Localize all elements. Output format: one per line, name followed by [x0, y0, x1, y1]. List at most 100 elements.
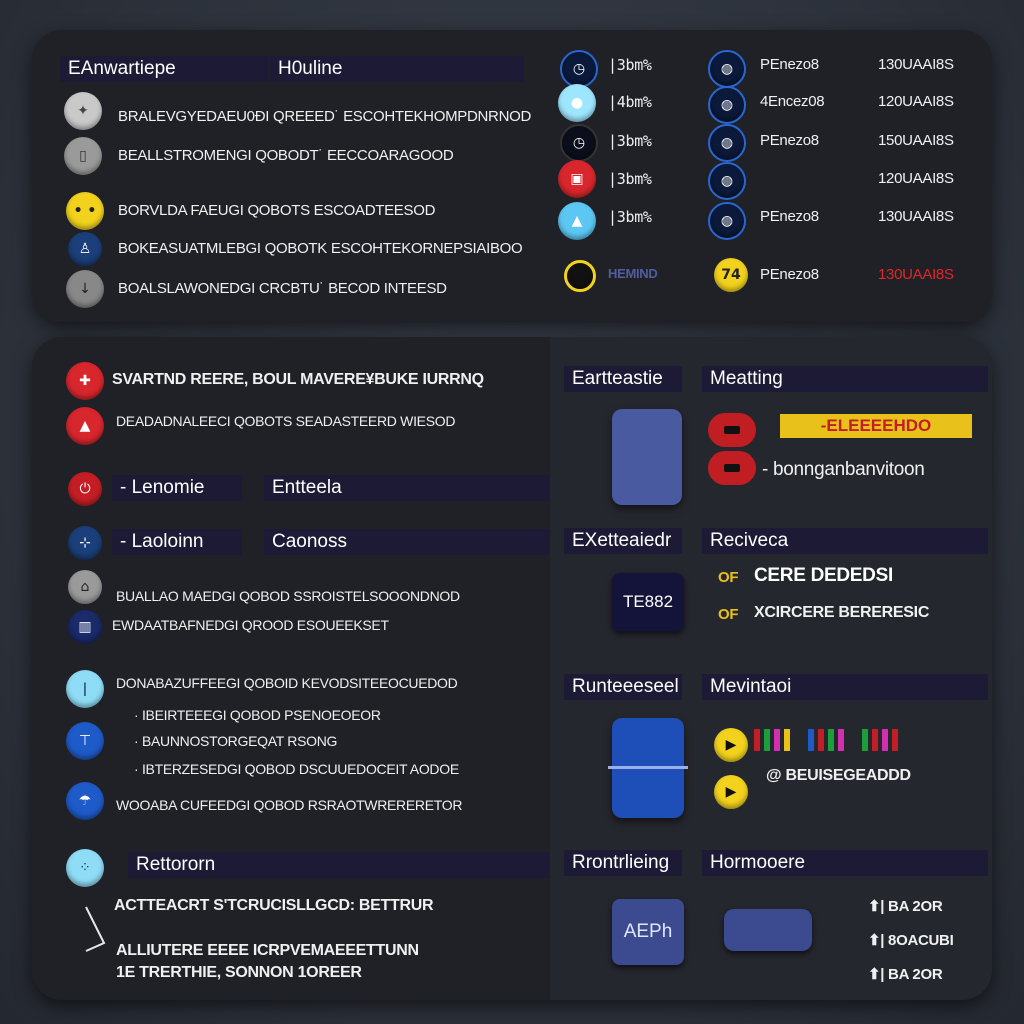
status-c1: |3bm% [608, 132, 652, 150]
color-bars [754, 729, 964, 751]
ring-icon[interactable] [564, 260, 596, 292]
tab-entteela[interactable]: Entteela [264, 475, 550, 501]
row-text: BORVLDA FAEUGI QOBOTS ESCOADTEESOD [118, 202, 436, 219]
bars-icon[interactable]: ▥ [68, 610, 102, 644]
tab-laoloinn[interactable]: - Laoloinn [112, 529, 242, 555]
globe-icon[interactable]: ◍ [708, 50, 746, 88]
bag-icon[interactable]: ▣ [558, 160, 596, 198]
beuse-text: @ BEUISEGEADDD [766, 767, 911, 784]
triangle-icon[interactable]: ▲ [558, 202, 596, 240]
row-text: DEADADNALEECI QOBOTS SEADASTEERD WIESOD [116, 413, 456, 429]
status-c3: 150UAAI8S [878, 132, 954, 149]
status-c3: 120UAAI8S [878, 93, 954, 110]
row-text: BUALLAO MAEDGI QOBOD SSROISTELSOOONDNOD [116, 588, 460, 604]
keyboard-icon[interactable] [724, 909, 812, 951]
toggle-icon[interactable] [708, 413, 756, 447]
plus-icon[interactable]: ✚ [66, 362, 104, 400]
header-runteeeseel: Runteeeseel [564, 674, 682, 700]
status-c2: PEnezo8 [760, 132, 819, 149]
status-c3: 130UAAI8S [878, 266, 954, 283]
pin-icon[interactable]: ⊤ [66, 722, 104, 760]
person-icon[interactable]: ♙ [68, 232, 102, 266]
header-left: EAnwartiepe [60, 56, 268, 82]
umbrella-icon[interactable]: ☂ [66, 782, 104, 820]
action-text: 1E TRERTHIE, SONNON 1OREER [116, 964, 362, 981]
file-icon[interactable] [608, 718, 688, 818]
row-text: SVARTND REERE, BOUL MAVERE¥BUKE IURRNQ [112, 371, 484, 388]
header-reciveca: Reciveca [702, 528, 988, 554]
document-icon[interactable]: ▯ [64, 137, 102, 175]
status-c2: PEnezo8 [760, 266, 819, 283]
action-text: ALLIUTERE EEEE ICRPVEMAEEETTUNN [116, 942, 419, 959]
download-icon[interactable]: ↓ [66, 270, 104, 308]
grid-icon[interactable]: ⁘ [66, 849, 104, 887]
upload-item[interactable]: ⬆| 8OACUBI [868, 931, 954, 949]
status-c1: |3bm% [608, 208, 652, 226]
clock-icon[interactable]: ◷ [560, 124, 598, 162]
chevron-icon [82, 903, 108, 955]
globe-icon[interactable]: ◍ [708, 202, 746, 240]
status-c1: |4bm% [608, 93, 652, 111]
status-c1: HEMIND [608, 266, 658, 281]
upload-label: | BA 2OR [880, 898, 943, 915]
lock-icon[interactable]: ⌂ [68, 570, 102, 604]
clock-icon[interactable]: ◷ [560, 50, 598, 88]
of-label: OF [718, 606, 739, 623]
row-text: · BAUNNOSTORGEQAT RSONG [134, 733, 338, 749]
face-icon[interactable]: • • [66, 192, 104, 230]
status-chip: -ELEEEEHDO [780, 414, 972, 438]
te882-tile[interactable]: TE882 [612, 573, 684, 631]
row-text: DONABAZUFFEEGI QOBOID KEVODSITEEOCUEDOD [116, 675, 458, 691]
status-c3: 120UAAI8S [878, 170, 954, 187]
section-rettororn: Rettororn [128, 852, 550, 878]
status-c2: 4Encez08 [760, 93, 825, 110]
action-text: ACTTEACRT S'TCRUCISLLGCD: BETTRUR [114, 897, 434, 914]
bong-text: - bonnganbanvitoon [762, 459, 925, 480]
upload-item[interactable]: ⬆| BA 2OR [868, 965, 943, 983]
bottom-panel: ✚ SVARTND REERE, BOUL MAVERE¥BUKE IURRNQ… [32, 337, 992, 1000]
row-text: EWDAATBAFNEDGI QROOD ESOUEEKSET [112, 617, 389, 633]
cer-text: CERE DEDEDSI [754, 565, 893, 586]
tab-caonoss[interactable]: Caonoss [264, 529, 550, 555]
status-c3: 130UAAI8S [878, 208, 954, 225]
row-text: · IBTERZESEDGI QOBOD DSCUUEDOCEIT AODOE [134, 761, 459, 777]
header-right: H0uline [270, 56, 524, 82]
header-mevintaoi: Mevintaoi [702, 674, 988, 700]
header-rrontrlieing: Rrontrlieing [564, 850, 682, 876]
status-c2: PEnezo8 [760, 56, 819, 73]
aeph-tile[interactable]: AEPh [612, 899, 684, 965]
row-text: · IBEIRTEEEGI QOBOD PSENOEOEOR [134, 707, 381, 723]
play-icon[interactable]: ▶ [714, 728, 748, 762]
top-panel: EAnwartiepe H0uline ✦ BRALEVGYEDAEU0ĐI Q… [32, 30, 992, 322]
of-label: OF [718, 569, 739, 586]
row-text: BOALSLAWONEDGI CRCBTU˙ BECOD INTEESD [118, 280, 447, 297]
info-icon[interactable]: ǀ [66, 670, 104, 708]
tab-lenomie[interactable]: - Lenomie [112, 475, 242, 501]
file-icon[interactable] [612, 409, 682, 505]
power-icon[interactable]: ⏻ [68, 472, 102, 506]
up-arrow-icon: ⬆ [868, 932, 881, 949]
status-c1: |3bm% [608, 170, 652, 188]
header-meatting: Meatting [702, 366, 988, 392]
header-exetteaiedr: EXetteaiedr [564, 528, 682, 554]
play-icon[interactable]: ▶ [714, 775, 748, 809]
up-arrow-icon: ⬆ [868, 966, 881, 983]
upload-label: | 8OACUBI [880, 932, 954, 949]
upload-label: | BA 2OR [880, 966, 943, 983]
row-text: BEALLSTROMENGI QOBODT˙ EECCOARAGOOD [118, 147, 454, 164]
header-hormooere: Hormooere [702, 850, 988, 876]
globe-icon[interactable]: ◍ [708, 124, 746, 162]
upload-item[interactable]: ⬆| BA 2OR [868, 897, 943, 915]
status-c3: 130UAAI8S [878, 56, 954, 73]
face-icon[interactable]: 74 [714, 258, 748, 292]
row-text: WOOABA CUFEEDGI QOBOD RSRAOTWRERERETOR [116, 797, 463, 813]
drop-icon[interactable]: ● [558, 84, 596, 122]
globe-icon[interactable]: ◍ [708, 86, 746, 124]
toggle-icon[interactable] [708, 451, 756, 485]
warning-icon[interactable]: ▲ [66, 407, 104, 445]
globe-icon[interactable]: ◍ [708, 162, 746, 200]
gear-icon[interactable]: ✦ [64, 92, 102, 130]
hierarchy-icon[interactable]: ⊹ [68, 526, 102, 560]
status-c2: PEnezo8 [760, 208, 819, 225]
row-text: BRALEVGYEDAEU0ĐI QREEED˙ ESCOHTEKHOMPDNR… [118, 108, 532, 125]
